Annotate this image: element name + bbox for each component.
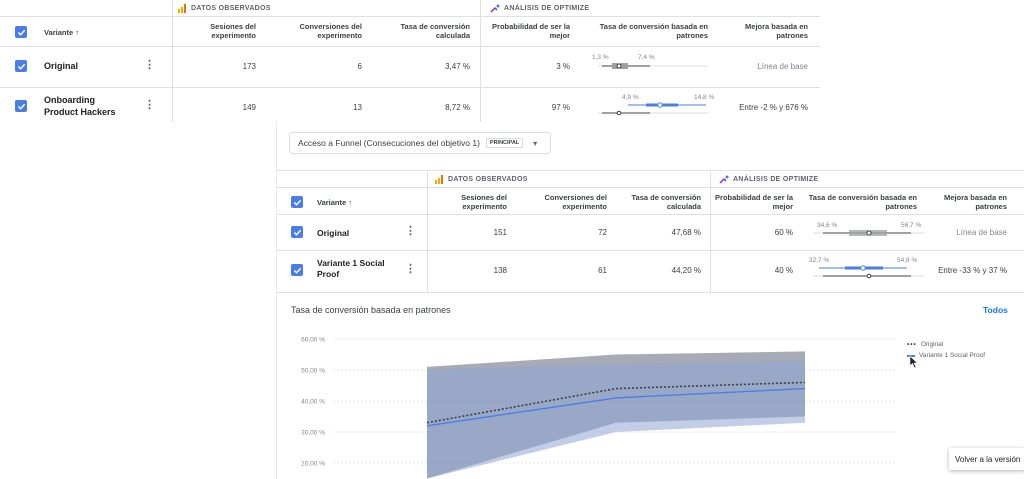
objective-select[interactable]: Acceso a Funnel (Consecuciones del objet… [289, 132, 551, 154]
ci-range-bar [598, 63, 708, 69]
select-all-checkbox[interactable] [15, 26, 27, 38]
ci-range-bar [598, 102, 708, 116]
row-checkbox[interactable] [291, 264, 303, 276]
prob-value: 3 % [556, 62, 570, 71]
ci-high-label: 7,4 % [638, 54, 655, 61]
ci-range-bar [813, 265, 925, 279]
improvement-value: Entre -33 % y 37 % [938, 266, 1007, 275]
improvement-value: Entre -2 % y 676 % [739, 103, 808, 112]
model-rate-header: Tasa de conversión basada en patrones [808, 193, 917, 211]
y-tick-label: 50,00 % [301, 368, 325, 375]
improvement-value: Línea de base [757, 62, 808, 71]
y-tick-label: 20,00 % [301, 461, 325, 468]
select-all-checkbox[interactable] [291, 196, 303, 208]
optimize-icon [719, 175, 729, 184]
ci-range-bar [813, 230, 925, 236]
conversions-value: 6 [357, 62, 362, 71]
observed-data-header: DATOS OBSERVADOS [178, 4, 271, 13]
analytics-icon [435, 175, 443, 184]
legend-item-original[interactable]: ••• Original [907, 341, 943, 348]
sessions-header: Sesiones del experimento [210, 22, 256, 40]
rate-value: 44,20 % [671, 266, 701, 275]
sessions-value: 138 [493, 266, 507, 275]
y-tick-label: 40,00 % [301, 399, 325, 406]
more-vert-icon[interactable]: ⋮ [405, 224, 416, 237]
sessions-value: 151 [493, 228, 507, 237]
row-checkbox[interactable] [15, 60, 27, 72]
cursor-icon [909, 355, 919, 369]
top-results-panel: DATOS OBSERVADOS ANÁLISIS DE OPTIMIZE Va… [0, 0, 820, 122]
ci-low-label: 4,9 % [622, 94, 639, 101]
y-tick-label: 60,00 % [301, 337, 325, 344]
ci-high-label: 54,8 % [897, 257, 918, 264]
model-rate-header: Tasa de conversión basada en patrones [599, 22, 708, 40]
improvement-header: Mejora basada en patrones [944, 193, 1007, 211]
prob-value: 60 % [774, 228, 793, 237]
ci-high-label: 14,8 % [694, 94, 715, 101]
y-tick-label: 30,00 % [301, 430, 325, 437]
rate-value: 3,47 % [445, 62, 470, 71]
rate-header: Tasa de conversión calculada [631, 193, 701, 211]
variant-name: Original [317, 228, 350, 238]
conversion-chart: 60,00 % 50,00 % 40,00 % 30,00 % 20,00 % [301, 337, 897, 479]
ci-low-label: 32,7 % [809, 257, 830, 264]
optimize-analysis-header: ANÁLISIS DE OPTIMIZE [719, 175, 818, 184]
variant-sort-header[interactable]: Variante ↑ [44, 28, 79, 37]
sessions-header: Sesiones del experimento [461, 193, 507, 211]
chart-title: Tasa de conversión basada en patrones [291, 305, 451, 315]
conversions-value: 72 [598, 228, 607, 237]
all-link[interactable]: Todos [983, 305, 1008, 315]
variant-name: Variante 1 Social Proof [317, 258, 385, 279]
more-vert-icon[interactable]: ⋮ [144, 98, 155, 111]
prob-header: Probabilidad de ser la mejor [492, 22, 570, 40]
optimize-icon [490, 4, 500, 13]
prob-value: 40 % [774, 266, 793, 275]
rate-value: 47,68 % [671, 228, 701, 237]
objective-label: Acceso a Funnel (Consecuciones del objet… [298, 138, 480, 148]
sessions-value: 173 [242, 62, 256, 71]
rate-header: Tasa de conversión calculada [400, 22, 470, 40]
primary-badge: PRINCIPAL [485, 138, 524, 148]
confidence-band-variant [427, 360, 805, 479]
prob-value: 97 % [551, 103, 570, 112]
ci-low-label: 1,3 % [592, 54, 609, 61]
rate-value: 8,72 % [445, 103, 470, 112]
ci-low-label: 34,6 % [817, 222, 838, 229]
optimize-analysis-header: ANÁLISIS DE OPTIMIZE [490, 4, 589, 13]
conversions-value: 61 [598, 266, 607, 275]
variant-sort-header[interactable]: Variante ↑ [317, 198, 352, 207]
analytics-icon [178, 4, 186, 13]
improvement-value: Línea de base [956, 228, 1007, 237]
observed-data-header: DATOS OBSERVADOS [435, 175, 528, 184]
chevron-down-icon: ▾ [533, 138, 538, 148]
conversions-header: Conversiones del experimento [299, 22, 362, 40]
conversions-header: Conversiones del experimento [544, 193, 607, 211]
bottom-results-panel: Acceso a Funnel (Consecuciones del objet… [276, 122, 1024, 479]
prob-header: Probabilidad de ser la mejor [715, 193, 793, 211]
conversions-value: 13 [353, 103, 362, 112]
variant-name: Original [44, 61, 79, 71]
sessions-value: 149 [242, 103, 256, 112]
revert-version-tooltip[interactable]: Volver a la versión [949, 448, 1024, 470]
row-checkbox[interactable] [291, 226, 303, 238]
more-vert-icon[interactable]: ⋮ [144, 58, 155, 71]
improvement-header: Mejora basada en patrones [745, 22, 808, 40]
ci-high-label: 56,7 % [901, 222, 922, 229]
variant-name: Onboarding Product Hackers [44, 95, 116, 117]
more-vert-icon[interactable]: ⋮ [405, 262, 416, 275]
row-checkbox[interactable] [15, 100, 27, 112]
